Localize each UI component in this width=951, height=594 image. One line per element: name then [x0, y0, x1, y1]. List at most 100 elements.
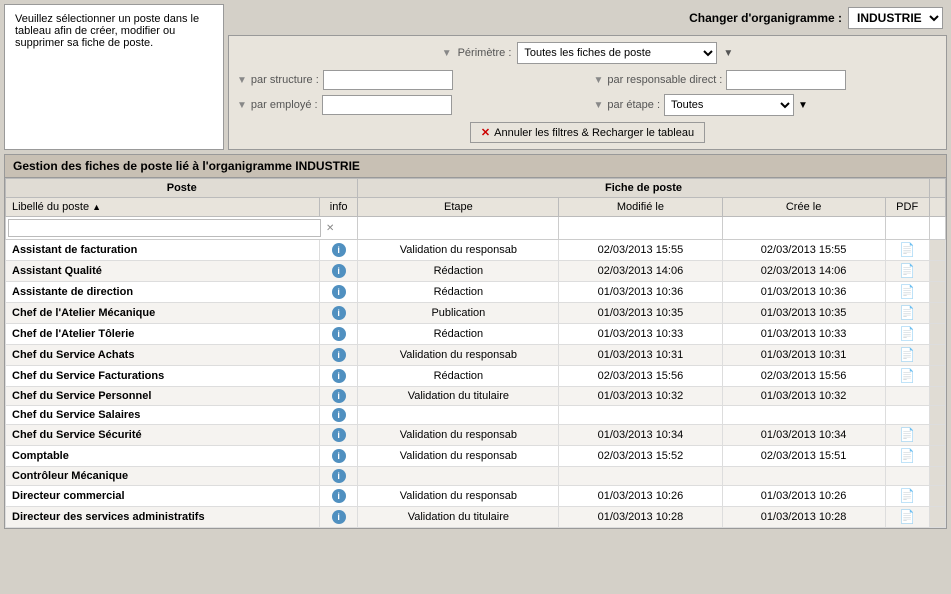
cell-info: i [319, 486, 358, 507]
par-structure-input[interactable] [323, 70, 453, 90]
table-row[interactable]: Assistante de directioniRédaction01/03/2… [6, 282, 946, 303]
cell-modifie: 01/03/2013 10:26 [559, 486, 722, 507]
perimetre-select[interactable]: Toutes les fiches de poste Mes fiches de… [517, 42, 717, 64]
info-button[interactable]: i [332, 469, 346, 483]
info-button[interactable]: i [332, 264, 346, 278]
par-responsable-input[interactable] [726, 70, 846, 90]
table-row[interactable]: Chef du Service PersonneliValidation du … [6, 387, 946, 406]
table-row[interactable]: Chef de l'Atelier MécaniqueiPublication0… [6, 303, 946, 324]
col-header-spacer [929, 198, 945, 217]
cell-poste: Chef du Service Achats [6, 345, 320, 366]
table-row[interactable]: ComptableiValidation du responsab02/03/2… [6, 446, 946, 467]
table-row[interactable]: Directeur des services administratifs i Va… [6, 507, 946, 528]
col-headers-row: Libellé du poste ▲ info Etape Modifié le… [6, 198, 946, 217]
info-button[interactable]: i [332, 428, 346, 442]
table-row[interactable]: Contrôleur Mécanique i [6, 467, 946, 486]
info-button[interactable]: i [332, 489, 346, 503]
par-etape-select[interactable]: Toutes Rédaction Publication Validation … [664, 94, 794, 116]
info-text: Veuillez sélectionner un poste dans le t… [15, 13, 199, 49]
pdf-icon[interactable]: 📄 [899, 427, 915, 442]
cell-cree: 01/03/2013 10:34 [722, 425, 885, 446]
cell-info: i [319, 345, 358, 366]
col-group-poste: Poste [6, 179, 358, 198]
cell-etape: Validation du titulaire [358, 507, 559, 528]
table-row[interactable]: Chef du Service FacturationsiRédaction02… [6, 366, 946, 387]
cell-etape: Validation du titulaire [358, 387, 559, 406]
pdf-icon[interactable]: 📄 [899, 326, 915, 341]
cell-poste: Contrôleur Mécanique [6, 467, 320, 486]
cell-cree: 01/03/2013 10:35 [722, 303, 885, 324]
cell-modifie: 01/03/2013 10:31 [559, 345, 722, 366]
info-button[interactable]: i [332, 369, 346, 383]
cell-cree: 02/03/2013 15:51 [722, 446, 885, 467]
sort-icon: ▲ [92, 202, 101, 212]
cell-cree: 02/03/2013 15:55 [722, 240, 885, 261]
clear-search-icon[interactable]: ✕ [326, 223, 334, 234]
cell-pdf: 📄 [885, 324, 929, 345]
cell-info: i [319, 324, 358, 345]
row-spacer [929, 282, 945, 303]
table-row[interactable]: Assistant de facturationiValidation du r… [6, 240, 946, 261]
info-button[interactable]: i [332, 285, 346, 299]
organigramme-select[interactable]: INDUSTRIE [848, 7, 943, 29]
row-spacer [929, 467, 945, 486]
table-row[interactable]: Chef du Service Salairesi [6, 406, 946, 425]
info-button[interactable]: i [332, 449, 346, 463]
table-row[interactable]: Chef du Service SécuritéiValidation du r… [6, 425, 946, 446]
pdf-icon[interactable]: 📄 [899, 242, 915, 257]
info-button[interactable]: i [332, 408, 346, 422]
cell-cree: 01/03/2013 10:33 [722, 324, 885, 345]
row-spacer [929, 507, 945, 528]
cell-cree: 01/03/2013 10:36 [722, 282, 885, 303]
info-button[interactable]: i [332, 306, 346, 320]
col-header-libelle[interactable]: Libellé du poste ▲ [6, 198, 320, 217]
cell-info: i [319, 425, 358, 446]
cell-poste: Directeur des services administratifs [6, 507, 320, 528]
perimetre-row: ▼ Périmètre : Toutes les fiches de poste… [237, 42, 938, 64]
table-row[interactable]: Chef du Service AchatsiValidation du res… [6, 345, 946, 366]
row-spacer [929, 406, 945, 425]
cancel-button[interactable]: ✕ Annuler les filtres & Recharger le tab… [470, 122, 705, 143]
col-header-info: info [319, 198, 358, 217]
info-button[interactable]: i [332, 389, 346, 403]
pdf-icon[interactable]: 📄 [899, 284, 915, 299]
table-row[interactable]: Assistant QualitéiRédaction02/03/2013 14… [6, 261, 946, 282]
col-header-modifie: Modifié le [559, 198, 722, 217]
search-etape-cell [358, 217, 559, 240]
table-row[interactable]: Directeur commercialiValidation du respo… [6, 486, 946, 507]
filter-employe: ▼ par employé : [237, 94, 582, 116]
cell-pdf: 📄 [885, 425, 929, 446]
cell-etape [358, 467, 559, 486]
row-spacer [929, 303, 945, 324]
perimetre-label: Périmètre : [458, 47, 512, 59]
pdf-icon[interactable]: 📄 [899, 305, 915, 320]
col-group-fiche: Fiche de poste [358, 179, 929, 198]
pdf-icon[interactable]: 📄 [899, 448, 915, 463]
search-input[interactable] [8, 219, 321, 237]
main-container: Veuillez sélectionner un poste dans le t… [0, 0, 951, 594]
row-spacer [929, 324, 945, 345]
cell-pdf: 📄 [885, 486, 929, 507]
cell-info: i [319, 240, 358, 261]
info-button[interactable]: i [332, 348, 346, 362]
row-spacer [929, 446, 945, 467]
cell-pdf [885, 387, 929, 406]
par-employe-input[interactable] [322, 95, 452, 115]
cell-modifie: 02/03/2013 15:52 [559, 446, 722, 467]
pdf-icon[interactable]: 📄 [899, 347, 915, 362]
cell-etape: Publication [358, 303, 559, 324]
pdf-icon[interactable]: 📄 [899, 488, 915, 503]
info-button[interactable]: i [332, 510, 346, 524]
table-row[interactable]: Chef de l'Atelier TôlerieiRédaction01/03… [6, 324, 946, 345]
pdf-icon[interactable]: 📄 [899, 368, 915, 383]
row-spacer [929, 425, 945, 446]
pdf-icon[interactable]: 📄 [899, 263, 915, 278]
par-etape-label: par étape : [607, 99, 660, 111]
info-button[interactable]: i [332, 327, 346, 341]
par-structure-label: par structure : [251, 74, 319, 86]
cell-pdf: 📄 [885, 366, 929, 387]
info-button[interactable]: i [332, 243, 346, 257]
cell-poste: Chef du Service Facturations [6, 366, 320, 387]
cell-modifie: 02/03/2013 15:55 [559, 240, 722, 261]
pdf-icon[interactable]: 📄 [899, 509, 915, 524]
